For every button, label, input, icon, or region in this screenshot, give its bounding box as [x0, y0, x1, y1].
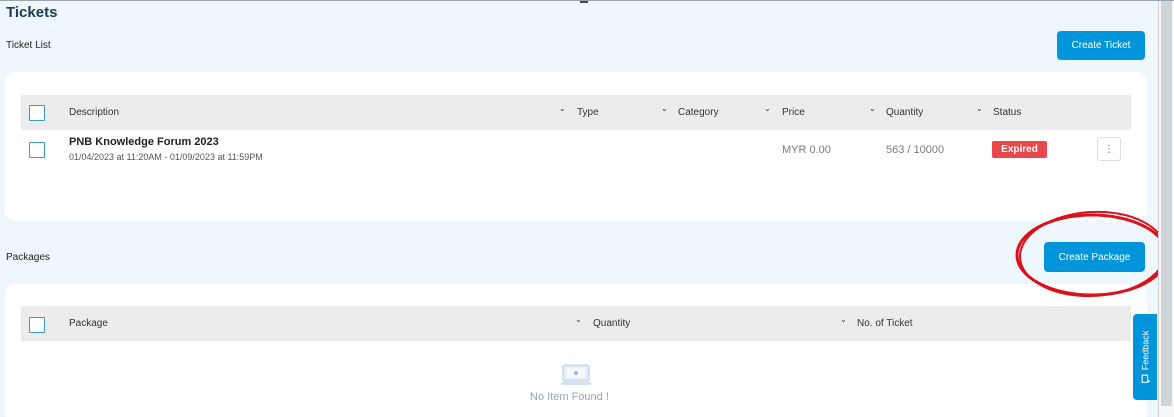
feedback-tab[interactable]: Feedback [1133, 314, 1157, 400]
chat-bubble-icon [1140, 374, 1150, 383]
empty-state-text: No Item Found ! [530, 391, 609, 403]
column-header-category[interactable]: Category [678, 95, 719, 130]
select-all-tickets-checkbox[interactable] [29, 105, 45, 121]
chevron-down-icon[interactable]: ⌄ [661, 104, 668, 113]
packages-table-header: Package ⌄ Quantity ⌄ No. of Ticket [21, 306, 1131, 341]
column-header-price[interactable]: Price [782, 95, 805, 130]
column-header-quantity[interactable]: Quantity [886, 95, 923, 130]
column-header-no-of-ticket[interactable]: No. of Ticket [857, 306, 913, 341]
column-header-status[interactable]: Status [993, 95, 1021, 130]
column-header-package[interactable]: Package [69, 306, 108, 341]
vertical-scrollbar[interactable] [1158, 1, 1174, 417]
chevron-down-icon[interactable]: ⌄ [559, 104, 566, 113]
packages-card: Package ⌄ Quantity ⌄ No. of Ticket No It… [5, 284, 1147, 417]
chevron-down-icon[interactable]: ⌄ [976, 104, 983, 113]
column-header-description[interactable]: Description [69, 95, 119, 130]
packages-label: Packages [6, 252, 50, 263]
ticket-row-checkbox[interactable] [29, 142, 45, 158]
chevron-down-icon[interactable]: ⌄ [764, 104, 771, 113]
tickets-page: Tickets Ticket List Create Ticket Descri… [0, 0, 1174, 417]
top-notch [580, 1, 588, 3]
ticket-list-card: Description ⌄ Type ⌄ Category ⌄ Price ⌄ … [5, 72, 1147, 221]
status-badge: Expired [992, 141, 1047, 158]
feedback-label: Feedback [1140, 330, 1150, 371]
scrollbar-thumb[interactable] [1161, 1, 1172, 406]
ticket-table-header: Description ⌄ Type ⌄ Category ⌄ Price ⌄ … [21, 95, 1131, 130]
create-package-button[interactable]: Create Package [1044, 242, 1145, 272]
column-header-type[interactable]: Type [577, 95, 599, 130]
create-ticket-button[interactable]: Create Ticket [1057, 31, 1145, 60]
column-header-package-quantity[interactable]: Quantity [593, 306, 630, 341]
select-all-packages-checkbox[interactable] [29, 317, 45, 333]
empty-inbox-icon [561, 364, 591, 385]
ticket-list-label: Ticket List [6, 40, 51, 51]
ticket-dates: 01/04/2023 at 11:20AM - 01/09/2023 at 11… [69, 152, 263, 162]
chevron-down-icon[interactable]: ⌄ [869, 104, 876, 113]
ticket-price: MYR 0.00 [782, 144, 831, 156]
kebab-menu-icon[interactable]: ⋮ [1097, 137, 1121, 161]
chevron-down-icon[interactable]: ⌄ [840, 315, 847, 324]
chevron-down-icon[interactable]: ⌄ [575, 315, 582, 324]
ticket-title[interactable]: PNB Knowledge Forum 2023 [69, 136, 219, 148]
ticket-quantity: 563 / 10000 [886, 144, 945, 156]
page-title: Tickets [6, 4, 58, 21]
